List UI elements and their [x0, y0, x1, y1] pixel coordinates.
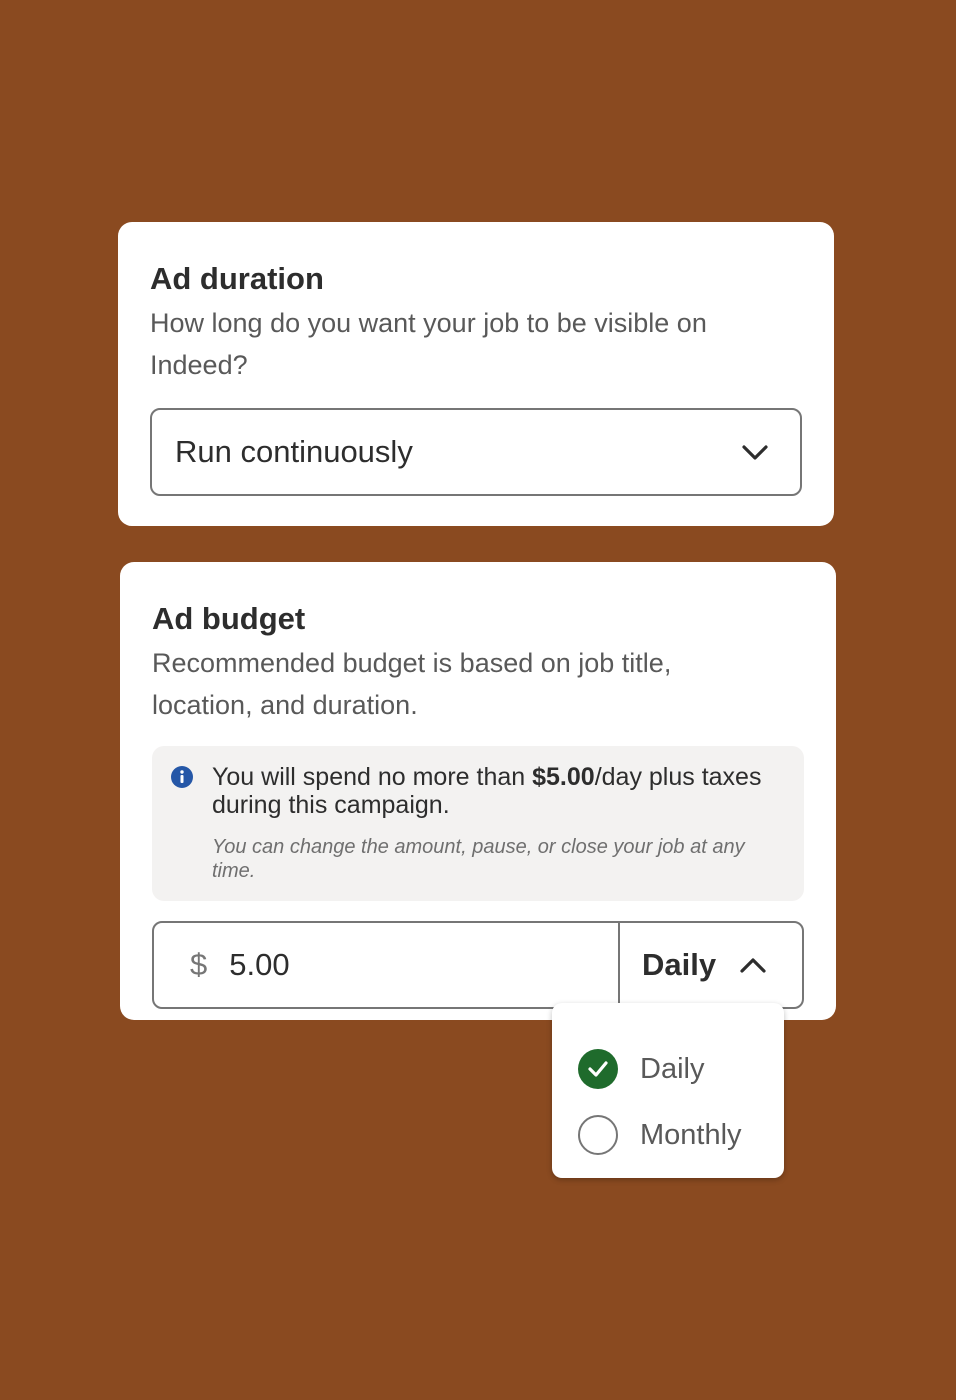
chevron-up-icon — [738, 950, 768, 980]
budget-info-text-before: You will spend no more than — [212, 763, 533, 791]
budget-input-group: $ Daily — [152, 921, 804, 1009]
chevron-down-icon — [740, 437, 770, 467]
budget-period-select[interactable]: Daily — [620, 923, 802, 1007]
period-option-monthly[interactable]: Monthly — [552, 1102, 784, 1168]
ad-duration-select-value: Run continuously — [175, 434, 413, 469]
ad-duration-title: Ad duration — [150, 261, 324, 296]
radio-empty-icon — [578, 1115, 618, 1155]
check-circle-icon — [578, 1049, 618, 1089]
budget-info-note: You can change the amount, pause, or clo… — [212, 836, 745, 882]
budget-amount-field[interactable]: $ — [154, 923, 620, 1007]
period-option-label: Daily — [640, 1052, 705, 1085]
budget-info-content: You will spend no more than $5.00/day pl… — [212, 763, 790, 883]
period-option-label: Monthly — [640, 1118, 742, 1151]
ad-duration-card: Ad duration How long do you want your jo… — [118, 222, 834, 526]
budget-info-box: You will spend no more than $5.00/day pl… — [152, 746, 804, 901]
budget-info-text: You will spend no more than $5.00/day pl… — [212, 763, 790, 819]
budget-info-amount: $5.00 — [532, 763, 595, 791]
ad-budget-description: Recommended budget is based on job title… — [152, 648, 672, 720]
budget-amount-input[interactable] — [229, 947, 530, 983]
budget-period-value: Daily — [642, 947, 717, 982]
ad-budget-card: Ad budget Recommended budget is based on… — [120, 562, 836, 1020]
ad-duration-description: How long do you want your job to be visi… — [150, 308, 707, 380]
ad-duration-select[interactable]: Run continuously — [150, 408, 802, 496]
ad-budget-title: Ad budget — [152, 601, 306, 636]
period-option-daily[interactable]: Daily — [552, 1036, 784, 1102]
budget-period-dropdown: Daily Monthly — [552, 1003, 784, 1178]
info-icon — [170, 765, 194, 789]
currency-symbol: $ — [190, 947, 208, 982]
